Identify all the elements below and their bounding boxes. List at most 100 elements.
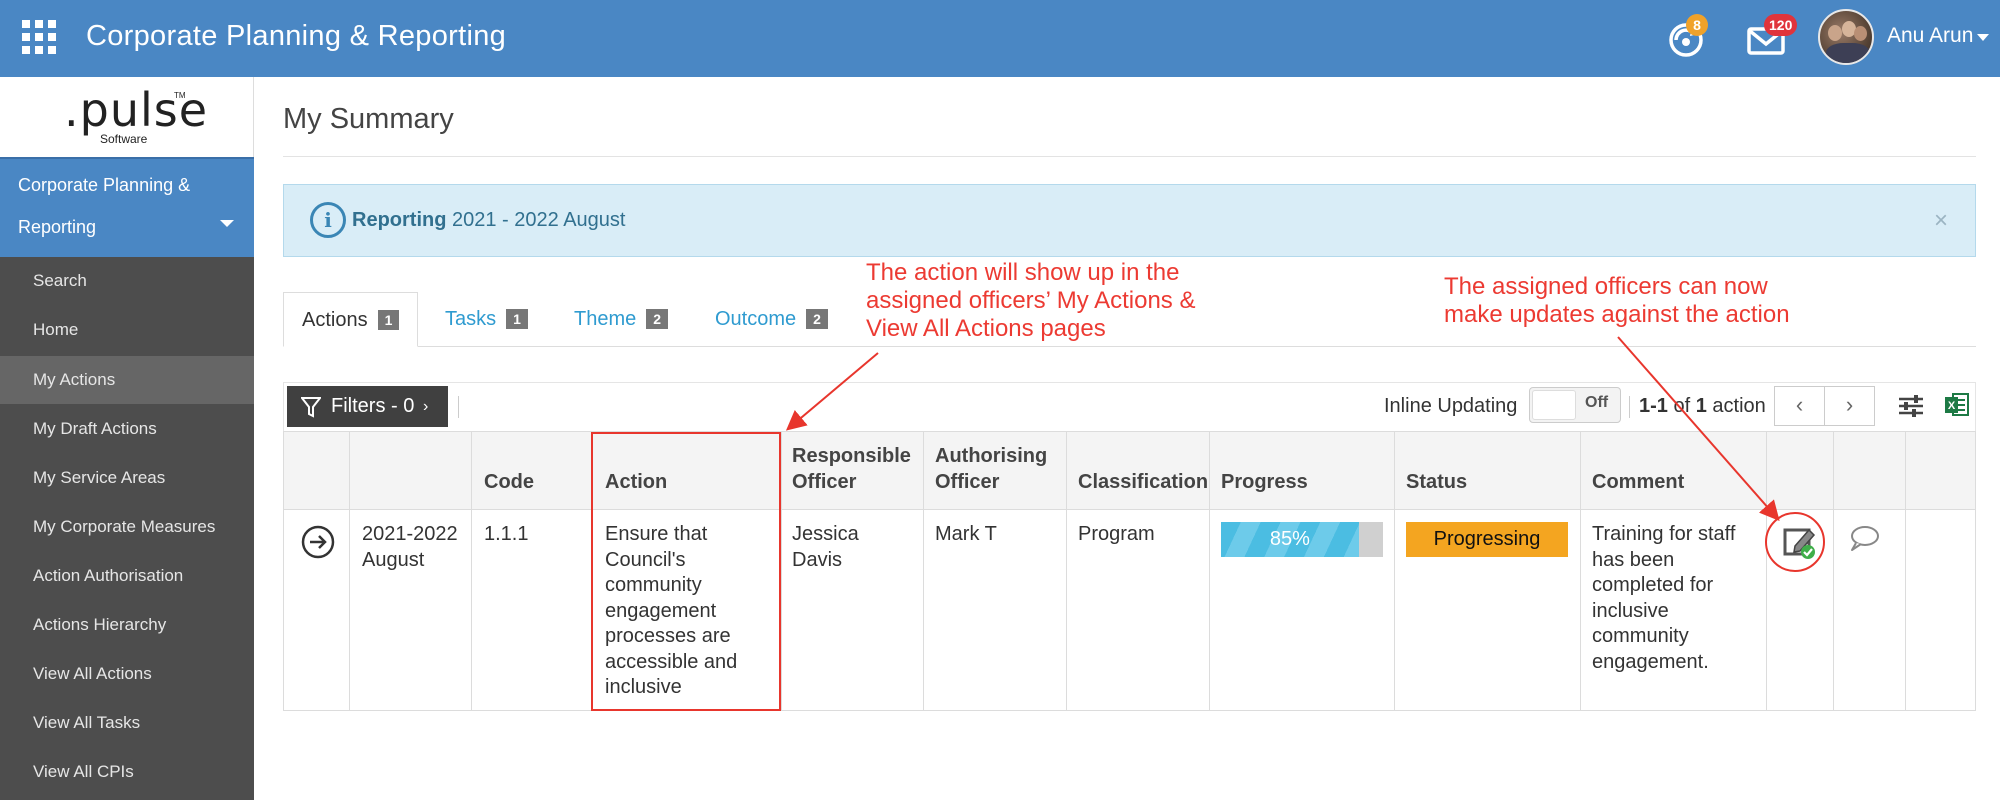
sidebar-item-my-actions[interactable]: My Actions bbox=[0, 356, 254, 404]
annotation-highlight-box bbox=[591, 432, 781, 711]
cell-line: has been bbox=[1592, 548, 1675, 571]
sidebar-item-view-all-cpis[interactable]: View All CPIs bbox=[0, 748, 254, 796]
cell-line: community bbox=[1592, 625, 1689, 647]
close-icon[interactable]: × bbox=[1934, 207, 1948, 235]
col-header-code[interactable]: Code bbox=[484, 469, 534, 495]
sidebar: .pulse TM Software Corporate Planning & … bbox=[0, 77, 254, 800]
excel-icon[interactable]: X bbox=[1944, 391, 1970, 419]
tab-label: Theme bbox=[574, 308, 637, 330]
progress-bar[interactable]: 85% bbox=[1221, 522, 1383, 557]
pager-total: 1 bbox=[1695, 395, 1707, 417]
annotation-right: The assigned officers can now make updat… bbox=[1444, 273, 1790, 329]
inline-updating-toggle[interactable]: Off bbox=[1529, 387, 1621, 423]
col-header-status[interactable]: Status bbox=[1406, 469, 1467, 495]
page-title: My Summary bbox=[283, 103, 454, 135]
annotation-line: The assigned officers can now bbox=[1444, 273, 1768, 300]
top-bar: Corporate Planning & Reporting 8 120 Anu… bbox=[0, 0, 2000, 77]
next-page-button[interactable]: › bbox=[1824, 386, 1875, 426]
sidebar-item-my-service-areas[interactable]: My Service Areas bbox=[0, 454, 254, 502]
banner-text: Reporting 2021 - 2022 August bbox=[352, 209, 625, 232]
chevron-right-icon: › bbox=[1845, 392, 1854, 417]
progress-label: 85% bbox=[1269, 528, 1310, 550]
apps-grid-icon[interactable] bbox=[22, 20, 56, 54]
cell-responsible-officer: Jessica Davis bbox=[792, 522, 859, 573]
user-menu-caret-icon[interactable] bbox=[1977, 34, 1989, 41]
col-header-classification[interactable]: Classification bbox=[1078, 469, 1208, 495]
sidebar-item-view-all-tasks[interactable]: View All Tasks bbox=[0, 699, 254, 747]
chevron-down-icon bbox=[220, 220, 234, 227]
col-header-authorising-officer[interactable]: Authorising Officer bbox=[935, 443, 1047, 495]
cell-line: August bbox=[362, 548, 425, 571]
divider bbox=[458, 396, 459, 418]
tab-count: 2 bbox=[646, 308, 669, 329]
sidebar-item-my-corporate-measures[interactable]: My Corporate Measures bbox=[0, 503, 254, 551]
tab-outcome[interactable]: Outcome 2 bbox=[697, 292, 846, 347]
logo-subtext: Software bbox=[100, 132, 148, 146]
svg-text:X: X bbox=[1948, 400, 1956, 412]
actions-table: Code Action Responsible Officer Authorisi… bbox=[283, 431, 1976, 711]
app-title: Corporate Planning & Reporting bbox=[86, 20, 507, 52]
annotation-line: assigned officers’ My Actions & bbox=[866, 287, 1196, 314]
user-name[interactable]: Anu Arun bbox=[1887, 24, 1973, 48]
prev-page-button[interactable]: ‹ bbox=[1774, 386, 1825, 426]
filters-label: Filters - 0 bbox=[331, 395, 415, 417]
arrow-right-circle-icon[interactable] bbox=[301, 525, 335, 559]
cell-line: Training for staff bbox=[1592, 523, 1736, 545]
sidebar-item-actions-hierarchy[interactable]: Actions Hierarchy bbox=[0, 601, 254, 649]
logo: .pulse TM Software bbox=[0, 77, 254, 157]
chevron-right-icon: › bbox=[423, 398, 429, 415]
module-label-line1: Corporate Planning & bbox=[18, 175, 191, 195]
module-selector[interactable]: Corporate Planning & Reporting bbox=[0, 157, 254, 257]
notifications-badge: 8 bbox=[1686, 14, 1708, 36]
sidebar-item-action-authorisation[interactable]: Action Authorisation bbox=[0, 552, 254, 600]
notifications-button[interactable]: 8 bbox=[1666, 14, 1710, 62]
avatar[interactable] bbox=[1818, 9, 1874, 65]
comment-icon[interactable] bbox=[1847, 524, 1881, 554]
cell-authorising-officer: Mark T bbox=[935, 523, 997, 545]
sidebar-item-search[interactable]: Search bbox=[0, 257, 254, 305]
tab-tasks[interactable]: Tasks 1 bbox=[427, 292, 546, 347]
sidebar-item-view-all-actions[interactable]: View All Actions bbox=[0, 650, 254, 698]
header-line: Officer bbox=[935, 471, 1000, 493]
cell-code: 1.1.1 bbox=[484, 523, 529, 545]
tab-count: 1 bbox=[506, 308, 528, 329]
tab-count: 2 bbox=[806, 308, 828, 329]
cell-line: completed for bbox=[1592, 574, 1714, 596]
pager-range: 1-1 bbox=[1639, 395, 1668, 417]
tab-theme[interactable]: Theme 2 bbox=[556, 292, 686, 347]
pager-summary: 1-1 of 1 action bbox=[1639, 395, 1766, 418]
annotation-line: View All Actions pages bbox=[866, 315, 1106, 342]
tab-actions[interactable]: Actions 1 bbox=[283, 292, 419, 347]
table-toolbar: Filters - 0 › Inline Updating Off 1-1 of… bbox=[283, 382, 1976, 432]
col-header-responsible-officer[interactable]: Responsible Officer bbox=[792, 443, 911, 495]
inline-updating-label: Inline Updating bbox=[1384, 395, 1518, 417]
col-header-comment[interactable]: Comment bbox=[1592, 469, 1684, 495]
col-header-progress[interactable]: Progress bbox=[1221, 469, 1308, 495]
sidebar-item-my-draft-actions[interactable]: My Draft Actions bbox=[0, 405, 254, 453]
banner-period: 2021 - 2022 August bbox=[446, 209, 626, 231]
filter-icon bbox=[301, 397, 321, 418]
cell-line: engagement. bbox=[1592, 650, 1709, 673]
info-icon: i bbox=[310, 202, 346, 238]
annotation-line: make updates against the action bbox=[1444, 301, 1790, 328]
cell-line: Davis bbox=[792, 548, 843, 571]
module-label-line2: Reporting bbox=[18, 217, 97, 237]
cell-period: 2021-2022 August bbox=[362, 522, 458, 573]
cell-line: 2021-2022 bbox=[362, 523, 458, 545]
tab-count: 1 bbox=[377, 309, 400, 330]
tab-label: Outcome bbox=[715, 308, 797, 330]
annotation-highlight-circle bbox=[1765, 512, 1825, 572]
filters-button[interactable]: Filters - 0 › bbox=[287, 386, 448, 427]
logo-tm: TM bbox=[174, 91, 186, 100]
messages-button[interactable]: 120 bbox=[1746, 14, 1798, 62]
status-badge[interactable]: Progressing bbox=[1406, 522, 1568, 557]
header-line: Responsible bbox=[792, 445, 911, 467]
pager-of: of bbox=[1667, 395, 1696, 417]
tab-label: Actions bbox=[302, 309, 368, 331]
banner-bold: Reporting bbox=[352, 209, 447, 231]
toggle-state: Off bbox=[1585, 394, 1609, 411]
tab-label: Tasks bbox=[445, 308, 497, 330]
sidebar-item-home[interactable]: Home bbox=[0, 306, 254, 354]
settings-sliders-icon[interactable] bbox=[1897, 391, 1925, 421]
cell-line: Jessica bbox=[792, 523, 859, 545]
